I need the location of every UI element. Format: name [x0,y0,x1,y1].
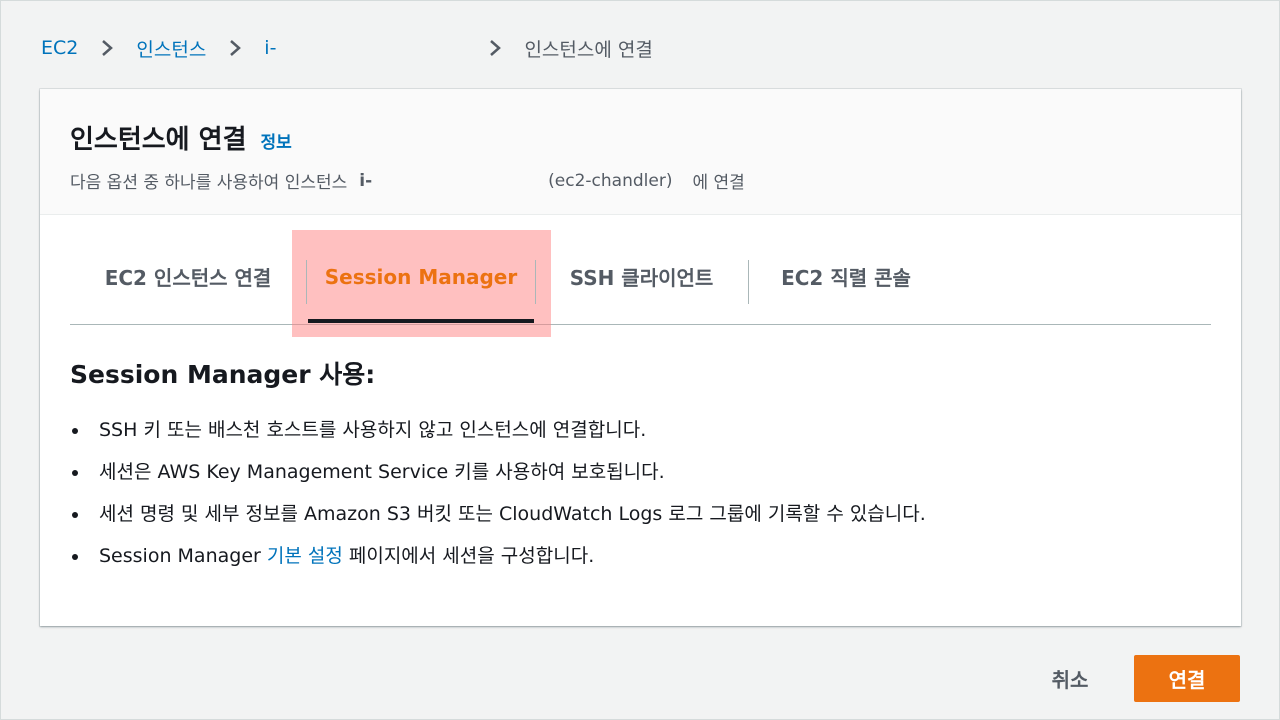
list-item: Session Manager 기본 설정 페이지에서 세션을 구성합니다. [70,541,1211,583]
list-item-text: Session Manager [99,545,267,567]
description-suffix: 에 연결 [692,173,745,193]
tab-ec2-serial-console[interactable]: EC2 직렬 콘솔 [749,229,943,324]
breadcrumb-instance-id-link[interactable]: i- [264,37,276,59]
cancel-button[interactable]: 취소 [1029,655,1111,701]
connection-method-tabs: EC2 인스턴스 연결 Session Manager SSH 클라이언트 EC… [70,229,1211,337]
info-link[interactable]: 정보 [261,128,292,153]
active-tab-indicator [308,319,534,323]
connect-panel: 인스턴스에 연결 정보 다음 옵션 중 하나를 사용하여 인스턴스 i- (ec… [40,89,1241,626]
instance-name: (ec2-chandler) [548,170,673,191]
breadcrumb-current: 인스턴스에 연결 [524,38,653,61]
list-item: 세션은 AWS Key Management Service 키를 사용하여 보… [70,457,1211,499]
chevron-right-icon [482,35,508,61]
tab-ec2-instance-connect[interactable]: EC2 인스턴스 연결 [70,229,306,324]
tab-ssh-client[interactable]: SSH 클라이언트 [536,229,747,324]
breadcrumb-instances-link[interactable]: 인스턴스 [136,35,206,62]
session-manager-content: Session Manager 사용: SSH 키 또는 배스천 호스트를 사용… [70,355,1211,583]
breadcrumb: EC2 인스턴스 i- 인스턴스에 연결 [41,35,653,61]
panel-description: 다음 옵션 중 하나를 사용하여 인스턴스 i- (ec2-chandler) … [70,168,1211,194]
description-prefix: 다음 옵션 중 하나를 사용하여 인스턴스 [70,173,348,193]
list-item: SSH 키 또는 배스천 호스트를 사용하지 않고 인스턴스에 연결합니다. [70,415,1211,457]
content-title: Session Manager 사용: [70,360,376,389]
list-item-text: 페이지에서 세션을 구성합니다. [342,545,595,567]
page-frame: EC2 인스턴스 i- 인스턴스에 연결 인스턴스에 연결 정보 다음 옵션 중… [0,0,1280,720]
instance-id: i- [359,170,373,191]
feature-list: SSH 키 또는 배스천 호스트를 사용하지 않고 인스턴스에 연결합니다. 세… [70,415,1211,583]
chevron-right-icon [94,35,120,61]
connect-button[interactable]: 연결 [1134,655,1240,702]
panel-header: 인스턴스에 연결 정보 다음 옵션 중 하나를 사용하여 인스턴스 i- (ec… [40,89,1241,215]
chevron-right-icon [222,35,248,61]
tab-session-manager[interactable]: Session Manager [307,229,535,324]
breadcrumb-ec2-link[interactable]: EC2 [41,37,78,59]
page-title: 인스턴스에 연결 [70,125,247,155]
preferences-link[interactable]: 기본 설정 [267,545,343,567]
list-item: 세션 명령 및 세부 정보를 Amazon S3 버킷 또는 CloudWatc… [70,499,1211,541]
